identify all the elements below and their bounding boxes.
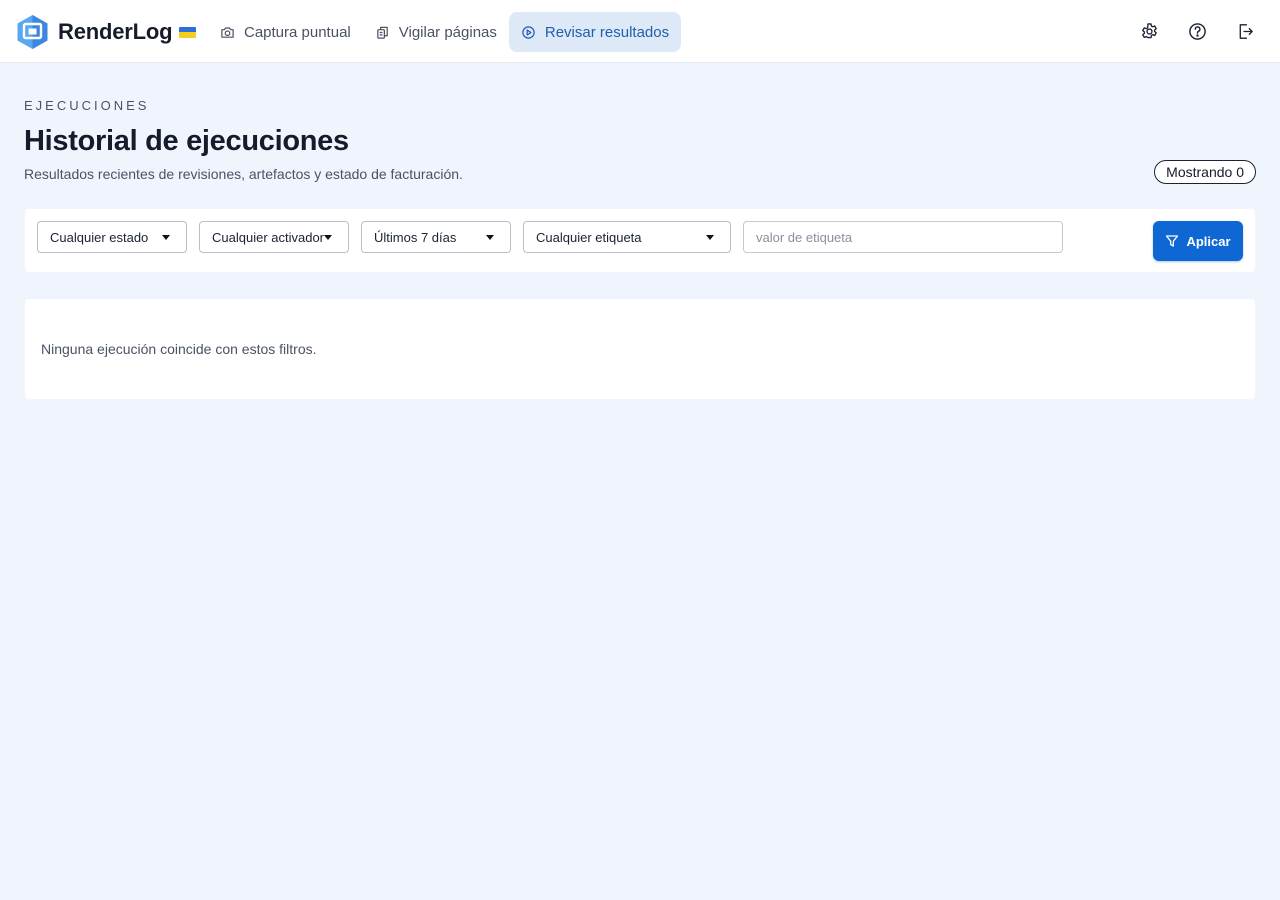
empty-state-message: Ninguna ejecución coincide con estos fil… [41, 341, 317, 357]
help-icon [1188, 22, 1206, 40]
nav-item-revisar-resultados[interactable]: Revisar resultados [508, 12, 682, 52]
trigger-filter-value: Cualquier activador [212, 229, 324, 245]
result-count-badge: Mostrando 0 [1154, 160, 1256, 184]
date-range-value: Últimos 7 días [374, 229, 457, 245]
nav-label: Captura puntual [244, 23, 351, 41]
date-range-select[interactable]: Últimos 7 días [361, 221, 511, 253]
page-title: Historial de ejecuciones [24, 125, 349, 157]
nav-item-captura-puntual[interactable]: Captura puntual [208, 12, 363, 52]
apply-button-label: Aplicar [1186, 233, 1231, 249]
status-filter-value: Cualquier estado [50, 229, 149, 245]
filter-icon [1166, 235, 1179, 247]
main-nav: Captura puntual Vigilar páginas Revisar … [208, 12, 682, 52]
status-filter-select[interactable]: Cualquier estado [37, 221, 187, 253]
play-circle-icon [522, 25, 535, 39]
help-button[interactable] [1186, 20, 1208, 42]
tag-filter-select[interactable]: Cualquier etiqueta [523, 221, 731, 253]
gear-icon [1141, 22, 1157, 38]
chevron-down-icon [162, 234, 170, 240]
apply-filters-button[interactable]: Aplicar [1153, 221, 1243, 261]
brand[interactable]: RenderLog [16, 14, 197, 50]
trigger-filter-select[interactable]: Cualquier activador [199, 221, 349, 253]
logout-button[interactable] [1234, 20, 1256, 42]
app-name: RenderLog [58, 19, 173, 44]
tag-filter-value: Cualquier etiqueta [536, 229, 642, 245]
section-eyebrow: EJECUCIONES [24, 98, 150, 113]
filter-bar: Cualquier estado Cualquier activador Últ… [25, 209, 1255, 272]
settings-button[interactable] [1138, 20, 1160, 42]
ukraine-flag-icon [179, 26, 197, 38]
logout-icon [1239, 23, 1253, 39]
tag-value-input[interactable] [743, 221, 1063, 253]
nav-item-vigilar-paginas[interactable]: Vigilar páginas [363, 12, 509, 52]
chevron-down-icon [706, 234, 714, 240]
pages-icon [376, 26, 388, 39]
chevron-down-icon [324, 234, 332, 240]
chevron-down-icon [486, 234, 494, 240]
header-actions [1138, 20, 1256, 42]
camera-icon [221, 26, 234, 38]
results-panel: Ninguna ejecución coincide con estos fil… [25, 299, 1255, 399]
page-subtitle: Resultados recientes de revisiones, arte… [24, 166, 463, 182]
nav-label: Revisar resultados [544, 23, 670, 41]
nav-label: Vigilar páginas [398, 23, 497, 41]
renderlog-logo-icon [17, 15, 48, 49]
top-bar: RenderLog Captura puntual Vigilar página… [0, 0, 1280, 63]
